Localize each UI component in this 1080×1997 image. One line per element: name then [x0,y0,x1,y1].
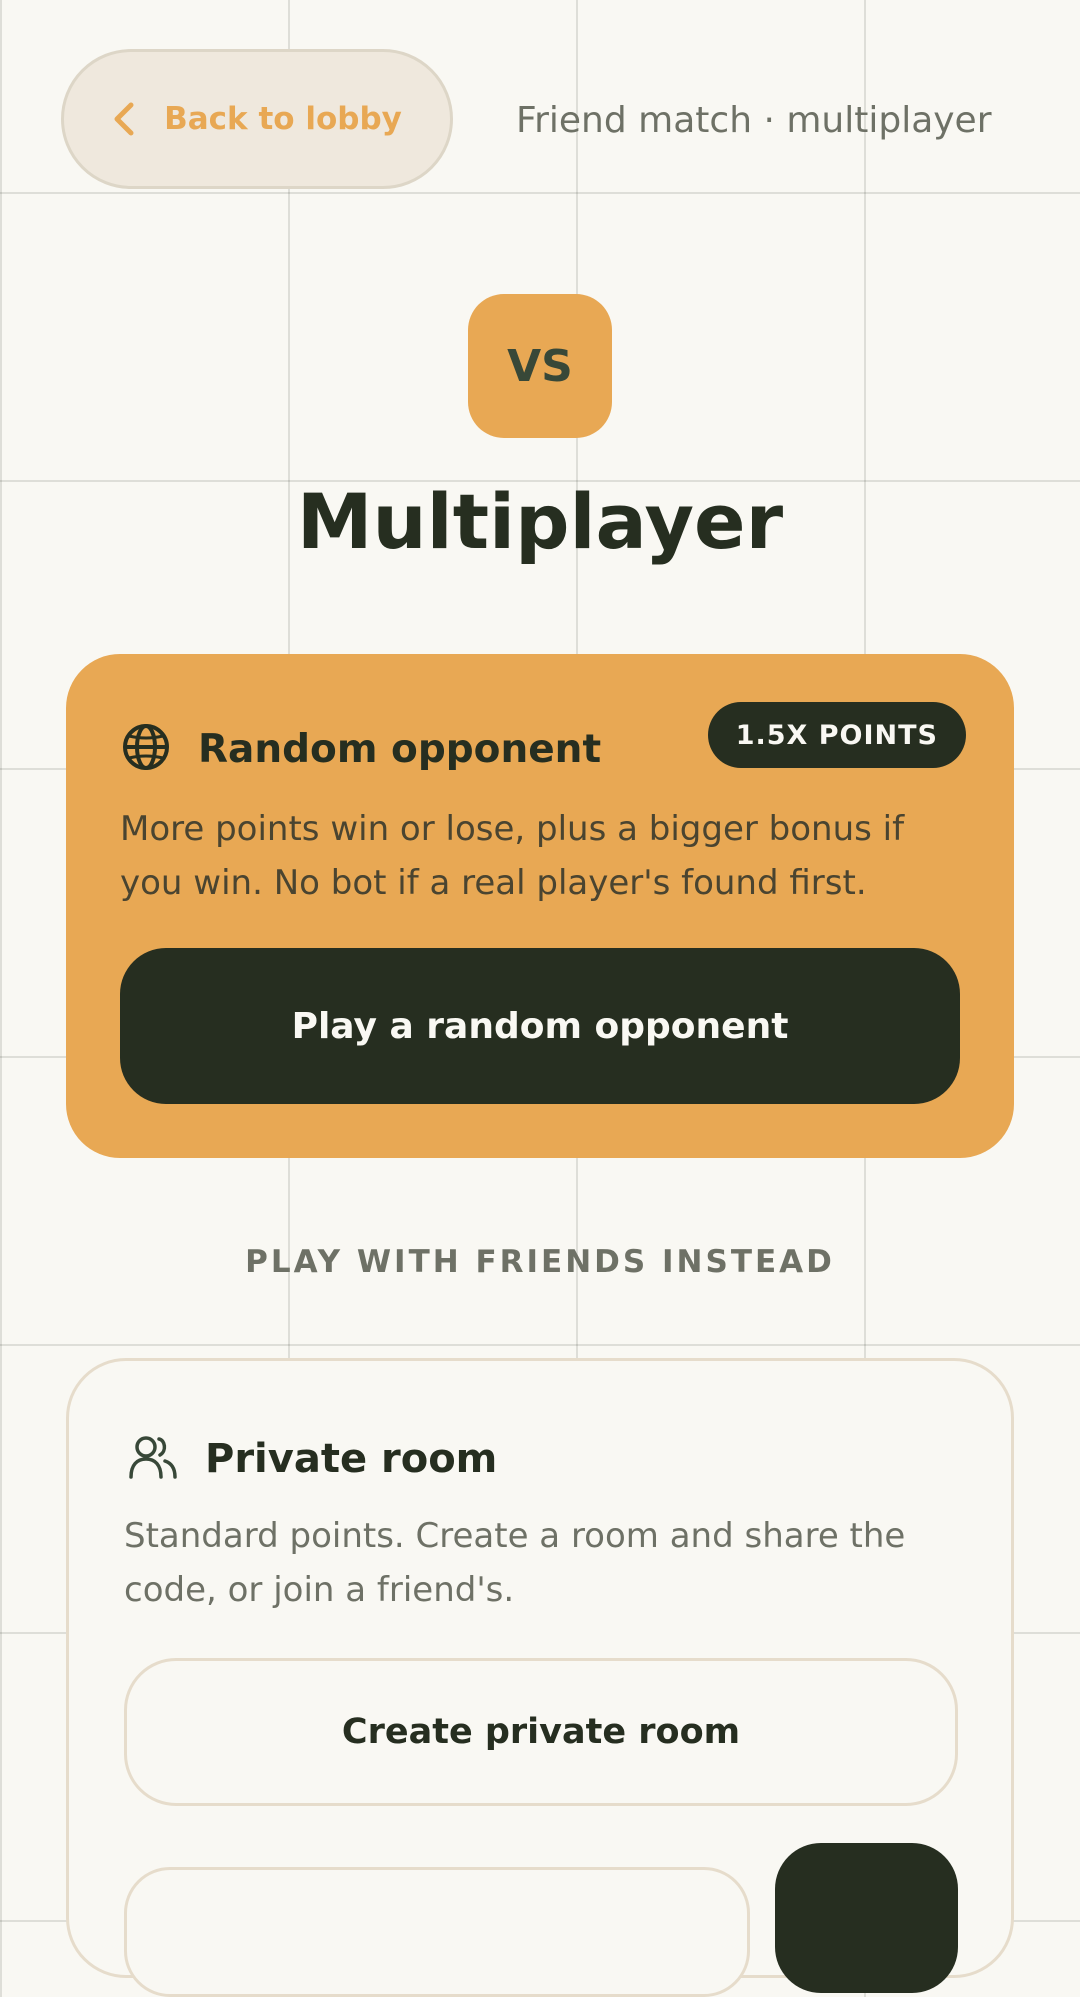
create-private-room-button[interactable]: Create private room [124,1658,958,1806]
vs-badge: VS [468,294,612,438]
private-room-description: Standard points. Create a room and share… [124,1516,906,1610]
page-title: Multiplayer [296,477,784,566]
users-icon [127,1431,179,1487]
points-multiplier-badge: 1.5X POINTS [707,702,966,768]
random-opponent-description: More points win or lose, plus a bigger b… [120,809,905,903]
random-opponent-title: Random opponent [198,726,602,772]
private-room-title: Private room [205,1436,498,1482]
private-room-card: Private room Standard points. Create a r… [66,1358,1014,1997]
play-with-friends-divider: PLAY WITH FRIENDS INSTEAD [245,1244,835,1280]
private-room-header: Private room [127,1431,497,1487]
mode-label: Friend match · multiplayer [516,100,992,141]
room-code-input[interactable] [124,1867,750,1997]
globe-icon [120,721,172,777]
join-room-button[interactable] [775,1843,958,1993]
back-to-lobby-label: Back to lobby [164,101,402,137]
chevron-left-icon [112,101,136,137]
random-opponent-header: Random opponent [120,724,601,774]
back-to-lobby-button[interactable]: Back to lobby [61,49,453,189]
play-random-opponent-button[interactable]: Play a random opponent [120,948,960,1104]
random-opponent-card: Random opponent 1.5X POINTS More points … [66,654,1014,1158]
